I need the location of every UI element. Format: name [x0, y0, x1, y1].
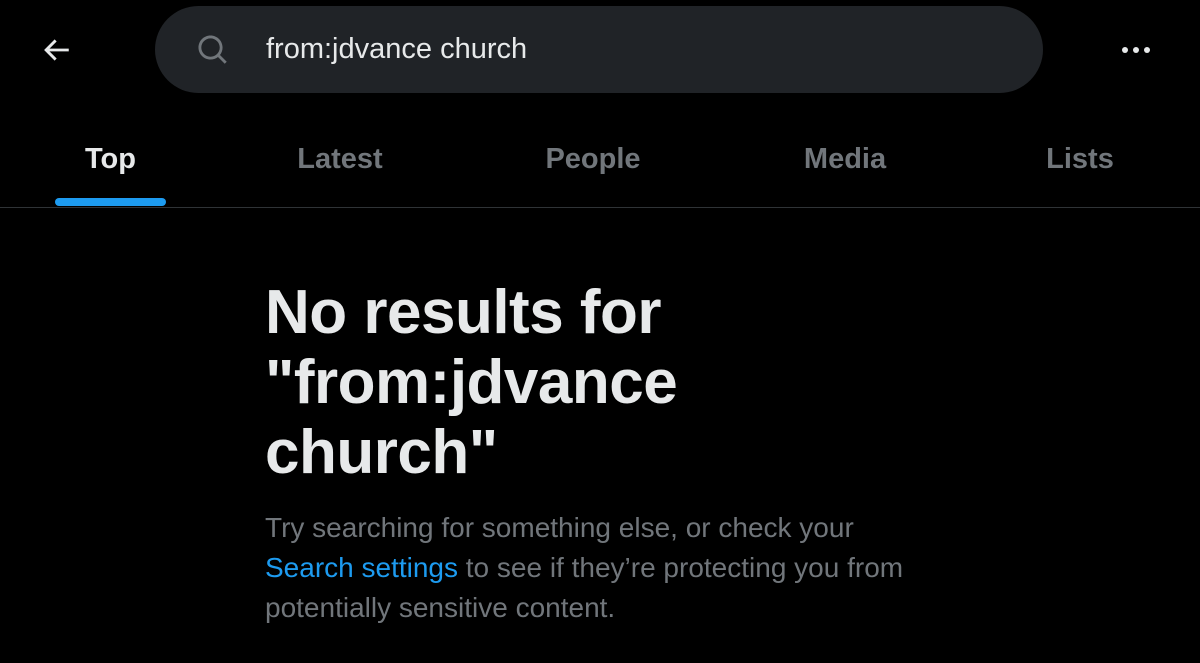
search-tabs: Top Latest People Media Lists — [0, 112, 1200, 208]
empty-state-message-prefix: Try searching for something else, or che… — [265, 512, 854, 543]
search-settings-link[interactable]: Search settings — [265, 552, 458, 583]
empty-state-title-line: "from:jdvance — [265, 348, 678, 417]
tab-latest[interactable]: Latest — [280, 112, 400, 207]
tab-people[interactable]: People — [525, 112, 661, 207]
empty-state-title: No results for "from:jdvance church" — [265, 278, 925, 488]
empty-state: No results for "from:jdvance church" Try… — [265, 278, 925, 628]
empty-state-title-line: church" — [265, 418, 498, 487]
empty-state-message: Try searching for something else, or che… — [265, 508, 925, 628]
more-options-button[interactable] — [1110, 26, 1162, 74]
search-results-page: Top Latest People Media Lists No results… — [0, 0, 1200, 663]
empty-state-title-line: No results for — [265, 278, 662, 347]
search-icon — [193, 30, 233, 70]
top-bar — [0, 0, 1200, 100]
tab-top[interactable]: Top — [55, 112, 166, 207]
tab-media[interactable]: Media — [785, 112, 905, 207]
arrow-left-icon — [44, 39, 69, 61]
more-horizontal-icon — [1120, 47, 1153, 53]
active-tab-indicator — [55, 198, 166, 206]
back-button[interactable] — [32, 26, 80, 74]
tab-lists[interactable]: Lists — [1030, 112, 1130, 207]
search-input[interactable] — [266, 26, 1006, 72]
